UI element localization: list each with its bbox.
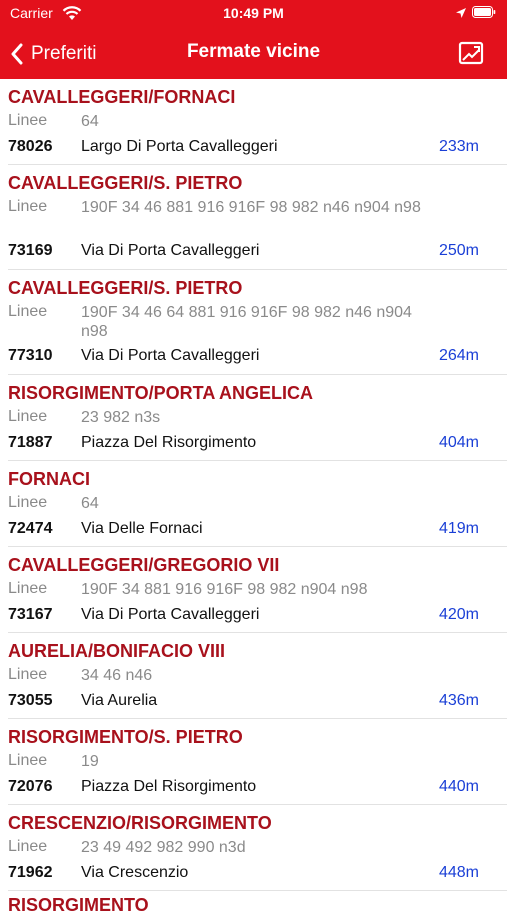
stop-row[interactable]: CRESCENZIO/RISORGIMENTO Linee 23 49 492 … bbox=[8, 805, 507, 891]
stop-street: Via Aurelia bbox=[81, 692, 158, 709]
stop-row[interactable]: CAVALLEGGERI/S. PIETRO Linee 190F 34 46 … bbox=[8, 270, 507, 375]
stop-row[interactable]: AURELIA/BONIFACIO VIII Linee 34 46 n46 7… bbox=[8, 633, 507, 719]
lines-value: 23 982 n3s bbox=[81, 409, 161, 426]
lines-label: Linee bbox=[8, 198, 48, 215]
lines-value: 64 bbox=[81, 495, 99, 512]
location-arrow-icon bbox=[456, 8, 466, 18]
stop-distance: 404m bbox=[438, 434, 479, 451]
stop-distance: 440m bbox=[438, 778, 479, 795]
stop-street: Via Crescenzio bbox=[81, 864, 189, 881]
lines-label: Linee bbox=[8, 303, 48, 320]
lines-value: 190F 34 46 881 916 916F 98 982 n46 n904 … bbox=[81, 199, 421, 216]
stop-code: 71887 bbox=[8, 434, 53, 451]
navigation-bar: Preferiti Fermate vicine bbox=[0, 30, 507, 79]
stop-distance: 448m bbox=[438, 864, 479, 881]
stop-distance: 233m bbox=[438, 138, 479, 155]
stop-street: Largo Di Porta Cavalleggeri bbox=[81, 138, 278, 155]
lines-label: Linee bbox=[8, 494, 48, 511]
header-bar: Carrier 10:49 PM Preferiti Fermate vicin… bbox=[0, 0, 507, 79]
stop-row[interactable]: CAVALLEGGERI/S. PIETRO Linee 190F 34 46 … bbox=[8, 165, 507, 270]
status-bar: Carrier 10:49 PM bbox=[0, 0, 507, 30]
stop-row[interactable]: FORNACI Linee 64 72474 Via Delle Fornaci… bbox=[8, 461, 507, 547]
stop-name: FORNACI bbox=[8, 469, 90, 489]
stop-name: RISORGIMENTO/PORTA ANGELICA bbox=[8, 383, 314, 403]
lines-value: 190F 34 881 916 916F 98 982 n904 n98 bbox=[81, 581, 368, 598]
stop-row[interactable]: CAVALLEGGERI/FORNACI Linee 64 78026 Larg… bbox=[8, 79, 507, 165]
lines-label: Linee bbox=[8, 838, 48, 855]
stop-distance: 419m bbox=[438, 520, 479, 537]
stop-code: 71962 bbox=[8, 864, 53, 881]
stop-code: 72076 bbox=[8, 778, 53, 795]
stop-code: 73055 bbox=[8, 692, 53, 709]
stop-distance: 264m bbox=[438, 347, 479, 364]
stop-name: CAVALLEGGERI/S. PIETRO bbox=[8, 173, 243, 193]
stop-street: Piazza Del Risorgimento bbox=[81, 434, 257, 451]
lines-value: 19 bbox=[81, 753, 99, 770]
lines-value: 64 bbox=[81, 113, 99, 130]
stops-list: CAVALLEGGERI/FORNACI Linee 64 78026 Larg… bbox=[0, 79, 507, 891]
stop-distance: 436m bbox=[438, 692, 479, 709]
lines-value: 34 46 n46 bbox=[81, 667, 153, 684]
stop-street: Via Di Porta Cavalleggeri bbox=[81, 606, 260, 623]
lines-value: 23 49 492 982 990 n3d bbox=[81, 839, 246, 856]
stop-row[interactable]: RISORGIMENTO/S. PIETRO Linee 19 72076 Pi… bbox=[8, 719, 507, 805]
stop-street: Via Di Porta Cavalleggeri bbox=[81, 242, 260, 259]
stop-row[interactable]: RISORGIMENTO/PORTA ANGELICA Linee 23 982… bbox=[8, 375, 507, 461]
stop-name: RISORGIMENTO/S. PIETRO bbox=[8, 727, 243, 747]
stop-distance: 250m bbox=[438, 242, 479, 259]
stop-name: CRESCENZIO/RISORGIMENTO bbox=[8, 813, 272, 833]
stop-code: 78026 bbox=[8, 138, 53, 155]
stop-code: 72474 bbox=[8, 520, 53, 537]
stop-street: Piazza Del Risorgimento bbox=[81, 778, 257, 795]
stop-name: CAVALLEGGERI/FORNACI bbox=[8, 87, 236, 107]
stop-name: CAVALLEGGERI/GREGORIO VII bbox=[8, 555, 280, 575]
stop-street: Via Delle Fornaci bbox=[81, 520, 203, 537]
lines-label: Linee bbox=[8, 580, 48, 597]
page-title: Fermate vicine bbox=[186, 41, 321, 62]
lines-value: 190F 34 46 64 881 916 916F 98 982 n46 n9… bbox=[81, 304, 412, 340]
stop-code: 77310 bbox=[8, 347, 53, 364]
stop-name-partial: RISORGIMENTO bbox=[8, 895, 149, 915]
lines-label: Linee bbox=[8, 752, 48, 769]
stop-row[interactable]: CAVALLEGGERI/GREGORIO VII Linee 190F 34 … bbox=[8, 547, 507, 633]
stop-code: 73167 bbox=[8, 606, 53, 623]
battery-icon bbox=[472, 6, 496, 18]
lines-label: Linee bbox=[8, 666, 48, 683]
lines-label: Linee bbox=[8, 112, 48, 129]
lines-label: Linee bbox=[8, 408, 48, 425]
stop-code: 73169 bbox=[8, 242, 53, 259]
status-time: 10:49 PM bbox=[223, 5, 284, 21]
stop-street: Via Di Porta Cavalleggeri bbox=[81, 347, 260, 364]
stop-name: CAVALLEGGERI/S. PIETRO bbox=[8, 278, 243, 298]
stop-distance: 420m bbox=[438, 606, 479, 623]
map-icon[interactable] bbox=[458, 41, 484, 65]
stop-name: AURELIA/BONIFACIO VIII bbox=[8, 641, 226, 661]
